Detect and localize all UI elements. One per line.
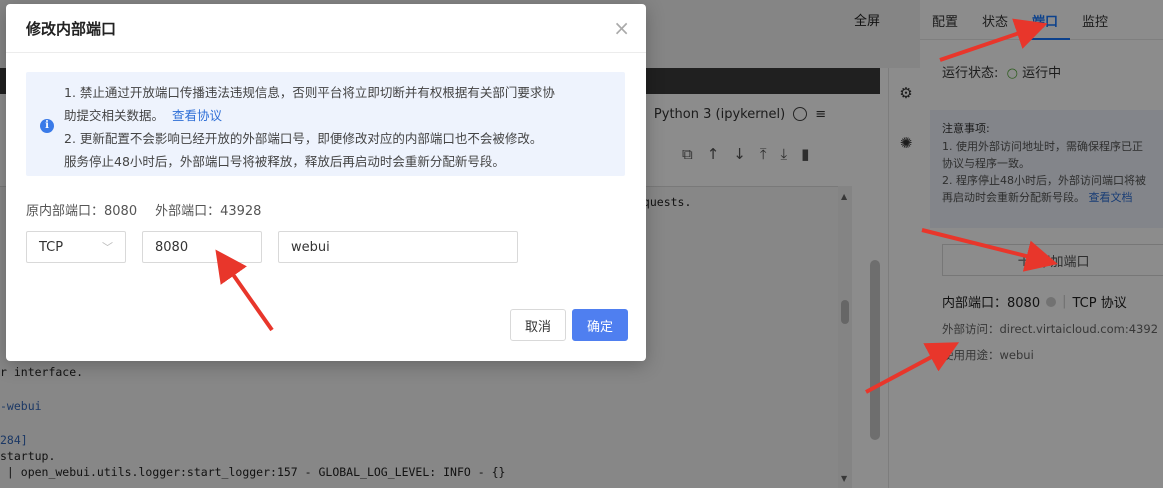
port-info: 原内部端口：8080 外部端口：43928 [26, 200, 261, 219]
alert-line: 服务停止48小时后，外部端口号将被释放，释放后再启动时会重新分配新号段。 [64, 154, 505, 169]
chevron-down-icon: ﹀ [102, 241, 113, 254]
alert-text: 1. 禁止通过开放端口传播违法违规信息，否则平台将立即切断并有权根据有关部门要求… [64, 81, 620, 173]
cancel-button[interactable]: 取消 [510, 309, 567, 341]
original-internal-port: 原内部端口：8080 [26, 204, 138, 219]
alert-line-text: 助提交相关数据。 [64, 108, 165, 123]
alert-line: 1. 禁止通过开放端口传播违法违规信息，否则平台将立即切断并有权根据有关部门要求… [64, 85, 555, 100]
dialog-title: 修改内部端口 [26, 19, 117, 38]
alert-box: i 1. 禁止通过开放端口传播违法违规信息，否则平台将立即切断并有权根据有关部门… [26, 72, 625, 176]
edit-port-dialog: 修改内部端口 × i 1. 禁止通过开放端口传播违法违规信息，否则平台将立即切断… [6, 4, 646, 361]
external-port: 外部端口：43928 [155, 204, 262, 219]
internal-port-input[interactable]: 8080 [142, 231, 262, 263]
info-icon: i [40, 119, 54, 133]
protocol-value: TCP [39, 239, 64, 255]
close-icon[interactable]: × [613, 18, 630, 38]
usage-input[interactable]: webui [278, 231, 518, 263]
alert-line: 2. 更新配置不会影响已经开放的外部端口号，即便修改对应的内部端口也不会被修改。 [64, 131, 543, 146]
alert-line: 助提交相关数据。 查看协议 [64, 104, 620, 127]
protocol-select[interactable]: TCP ﹀ [26, 231, 126, 263]
dialog-header: 修改内部端口 [6, 4, 646, 53]
confirm-button[interactable]: 确定 [572, 309, 629, 341]
agreement-link[interactable]: 查看协议 [172, 108, 222, 123]
